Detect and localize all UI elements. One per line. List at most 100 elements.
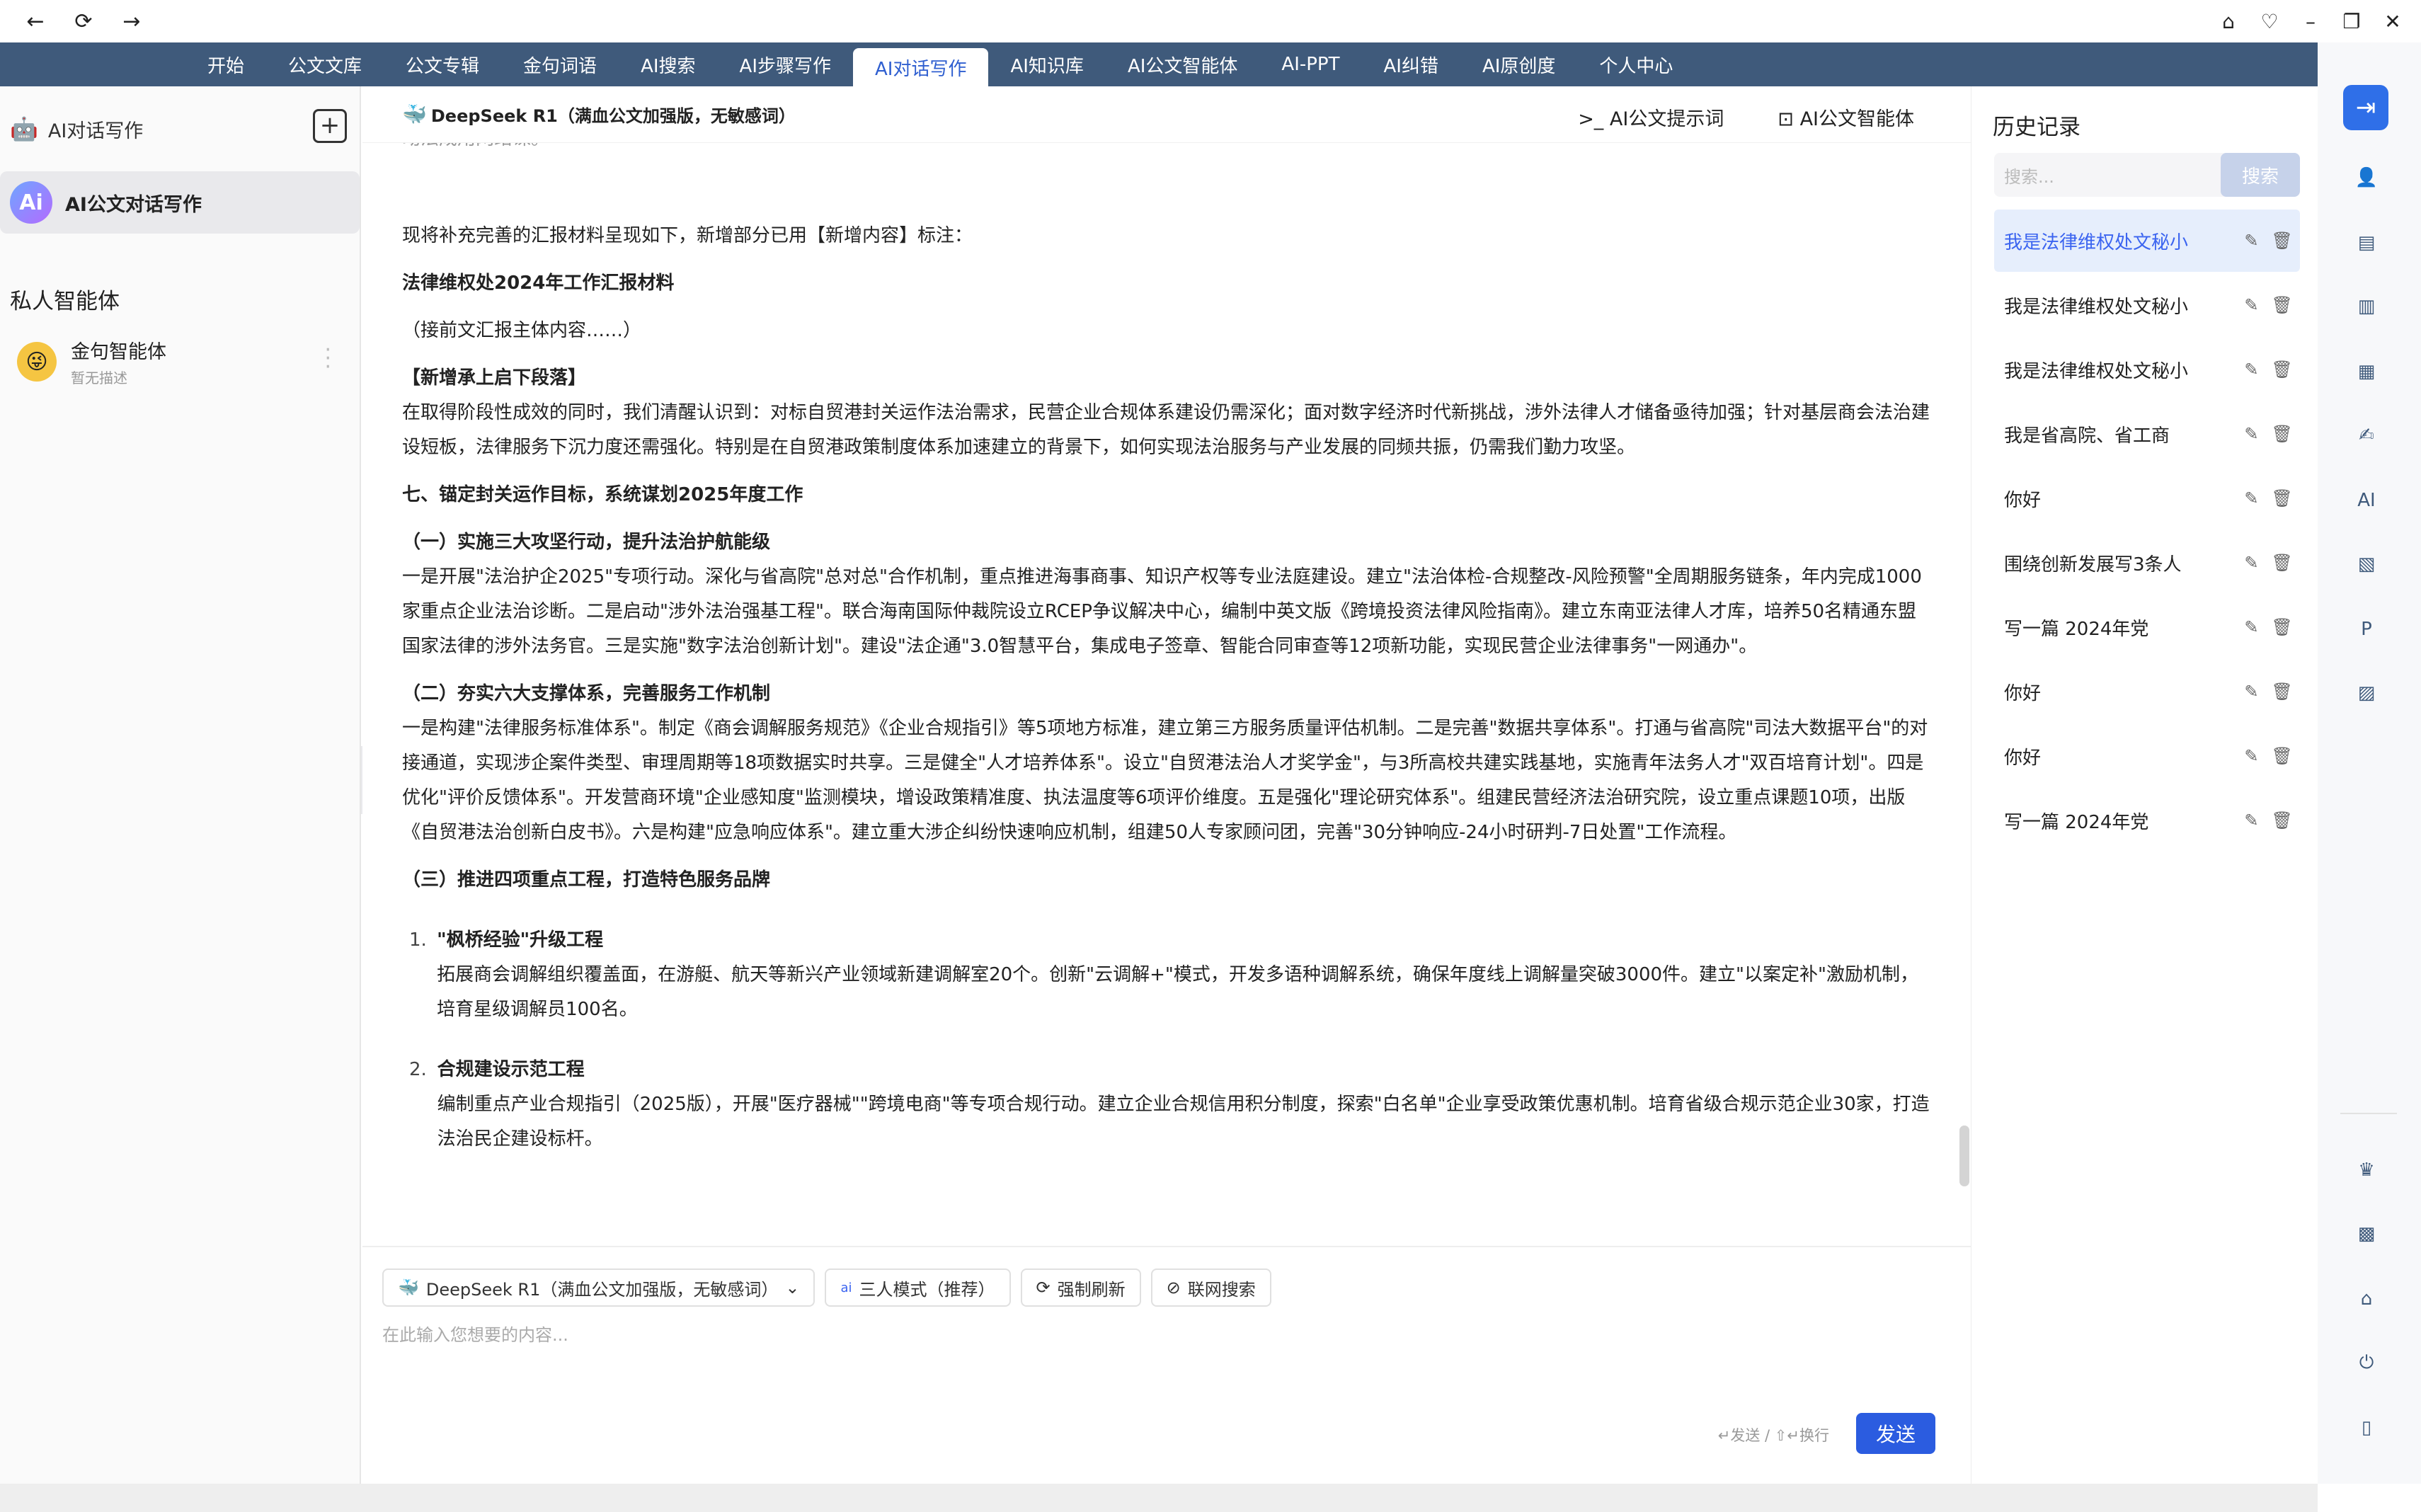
chart-icon[interactable]: ▩ [2353, 1220, 2380, 1247]
document-icon[interactable]: ▥ [2353, 293, 2380, 320]
trash-icon[interactable]: 🗑 [2272, 811, 2293, 830]
history-item[interactable]: 我是法律维权处文秘小 ✎ 🗑 [1994, 274, 2300, 336]
edit-icon[interactable]: ✎ [2244, 682, 2258, 701]
new-chat-icon[interactable]: + [313, 109, 347, 143]
history-search-button[interactable]: 搜索 [2221, 153, 2300, 197]
history-item[interactable]: 写一篇 2024年党 ✎ 🗑 [1994, 596, 2300, 658]
login-icon[interactable]: ⇥ [2343, 85, 2388, 130]
smiley-icon: 😜 [17, 342, 57, 382]
history-item-label: 我是法律维权处文秘小 [2004, 296, 2189, 318]
ppt-icon[interactable]: P [2353, 616, 2380, 643]
paragraph-3: 一是构建"法律服务标准体系"。制定《商会调解服务规范》《企业合规指引》等5项地方… [402, 718, 1928, 843]
writing-icon[interactable]: ✍ [2353, 422, 2380, 449]
tab-start[interactable]: 开始 [185, 42, 266, 86]
private-agents-heading: 私人智能体 [10, 289, 120, 314]
history-item[interactable]: 你好 ✎ 🗑 [1994, 660, 2300, 723]
home-icon[interactable]: ⌂ [2214, 7, 2243, 35]
history-item-label: 我是法律维权处文秘小 [2004, 360, 2189, 382]
edit-icon[interactable]: ✎ [2244, 746, 2258, 766]
tab-doc-album[interactable]: 公文专辑 [384, 42, 501, 86]
trash-icon[interactable]: 🗑 [2272, 360, 2293, 379]
edit-icon[interactable]: ✎ [2244, 488, 2258, 508]
no-wifi-icon: ⊘ [1166, 1278, 1181, 1298]
trash-icon[interactable]: 🗑 [2272, 553, 2293, 573]
trash-icon[interactable]: 🗑 [2272, 231, 2293, 251]
trash-icon[interactable]: 🗑 [2272, 617, 2293, 637]
prompt-link[interactable]: >_ AI公文提示词 [1578, 103, 1724, 131]
trash-icon[interactable]: 🗑 [2272, 424, 2293, 444]
model-select[interactable]: 🐳 DeepSeek R1（满血公文加强版，无敏感词） ⌄ [382, 1268, 815, 1307]
shield-icon[interactable]: ♡ [2255, 7, 2284, 35]
restore-icon[interactable]: ❐ [2337, 7, 2366, 35]
library-icon[interactable]: ▦ [2353, 358, 2380, 385]
forward-arrow-icon[interactable]: → [118, 7, 146, 35]
history-item[interactable]: 你好 ✎ 🗑 [1994, 725, 2300, 787]
tab-ai-agent[interactable]: AI公文智能体 [1106, 42, 1259, 86]
report-icon[interactable]: ▧ [2353, 551, 2380, 578]
crown-icon[interactable]: ♛ [2353, 1157, 2380, 1184]
chat-scrollbar[interactable] [1959, 1126, 1969, 1186]
section-7-heading: 七、锚定封关运作目标，系统谋划2025年度工作 [402, 484, 803, 505]
reload-icon[interactable]: ⟳ [69, 7, 98, 35]
edit-icon[interactable]: ✎ [2244, 617, 2258, 637]
trash-icon[interactable]: 🗑 [2272, 295, 2293, 315]
power-icon[interactable]: ⏻ [2353, 1349, 2380, 1376]
edit-icon[interactable]: ✎ [2244, 295, 2258, 315]
force-refresh-button[interactable]: ⟳ 强制刷新 [1020, 1268, 1141, 1307]
sidebar-title: AI对话写作 [47, 120, 144, 142]
continue-text: （接前文汇报主体内容……） [402, 320, 642, 341]
more-vertical-icon[interactable]: · · · [324, 340, 331, 378]
tab-ai-search[interactable]: AI搜索 [619, 42, 717, 86]
phone-icon[interactable]: ▯ [2353, 1414, 2380, 1441]
agent-link[interactable]: ⊡ AI公文智能体 [1778, 103, 1914, 131]
sidebar-item-ai-doc-chat[interactable]: Ai AI公文对话写作 [0, 171, 360, 234]
tab-ai-ppt[interactable]: AI-PPT [1259, 42, 1361, 86]
prompt-link-label: AI公文提示词 [1609, 108, 1724, 130]
tab-phrases[interactable]: 金句词语 [501, 42, 619, 86]
history-search-input[interactable]: 搜索... [1994, 153, 2240, 197]
tab-ai-originality[interactable]: AI原创度 [1460, 42, 1577, 86]
edit-icon[interactable]: ✎ [2244, 424, 2258, 444]
briefcase-icon[interactable]: ▤ [2353, 229, 2380, 256]
history-item[interactable]: 写一篇 2024年党 ✎ 🗑 [1994, 789, 2300, 852]
tab-ai-step-writing[interactable]: AI步骤写作 [718, 42, 853, 86]
web-search-toggle[interactable]: ⊘ 联网搜索 [1150, 1268, 1271, 1307]
doc-title: 法律维权处2024年工作汇报材料 [402, 273, 675, 294]
history-item[interactable]: 你好 ✎ 🗑 [1994, 467, 2300, 529]
message-input[interactable]: 在此输入您想要的内容... [382, 1321, 568, 1346]
tab-ai-chat-writing[interactable]: AI对话写作 [853, 48, 989, 86]
history-item-label: 我是省高院、省工商 [2004, 425, 2170, 447]
send-button[interactable]: 发送 [1856, 1413, 1935, 1454]
history-item[interactable]: 我是省高院、省工商 ✎ 🗑 [1994, 403, 2300, 465]
history-item[interactable]: 我是法律维权处文秘小 ✎ 🗑 [1994, 210, 2300, 272]
edit-icon[interactable]: ✎ [2244, 553, 2258, 573]
tab-ai-knowledge[interactable]: AI知识库 [988, 42, 1105, 86]
home-icon[interactable]: ⌂ [2353, 1285, 2380, 1312]
tab-doc-library[interactable]: 公文文库 [266, 42, 384, 86]
agent-item[interactable]: 😜 金句智能体 暂无描述 · · · [0, 315, 360, 387]
edit-icon[interactable]: ✎ [2244, 811, 2258, 830]
tab-personal-center[interactable]: 个人中心 [1577, 42, 1695, 86]
history-item-label: 写一篇 2024年党 [2004, 618, 2149, 640]
history-list: 我是法律维权处文秘小 ✎ 🗑 我是法律维权处文秘小 ✎ 🗑 我是法律维权处文秘小 ✎ 🗑 我… [1994, 210, 2300, 854]
history-item[interactable]: 围绕创新发展写3条人 ✎ 🗑 [1994, 532, 2300, 594]
ai-icon[interactable]: AI [2353, 487, 2380, 514]
minimize-icon[interactable]: – [2296, 7, 2325, 35]
trash-icon[interactable]: 🗑 [2272, 488, 2293, 508]
tab-ai-correction[interactable]: AI纠错 [1361, 42, 1460, 86]
trash-icon[interactable]: 🗑 [2272, 682, 2293, 701]
robot-icon: 🤖 [10, 115, 38, 142]
mode-button[interactable]: ai 三人模式（推荐） [825, 1268, 1011, 1307]
edit-icon[interactable]: ✎ [2244, 231, 2258, 251]
close-icon[interactable]: ✕ [2379, 7, 2407, 35]
back-arrow-icon[interactable]: ← [21, 7, 50, 35]
mode-label: 三人模式（推荐） [859, 1279, 995, 1300]
user-avatar-icon[interactable]: 👤 [2353, 164, 2380, 191]
bottom-strip [0, 1484, 2318, 1512]
history-item[interactable]: 我是法律维权处文秘小 ✎ 🗑 [1994, 338, 2300, 401]
sidebar-header: 🤖 AI对话写作 + [0, 86, 360, 171]
edit-icon[interactable]: ✎ [2244, 360, 2258, 379]
original-icon[interactable]: ▨ [2353, 680, 2380, 706]
list-item-title: "枫桥经验"升级工程 [437, 929, 604, 951]
trash-icon[interactable]: 🗑 [2272, 746, 2293, 766]
